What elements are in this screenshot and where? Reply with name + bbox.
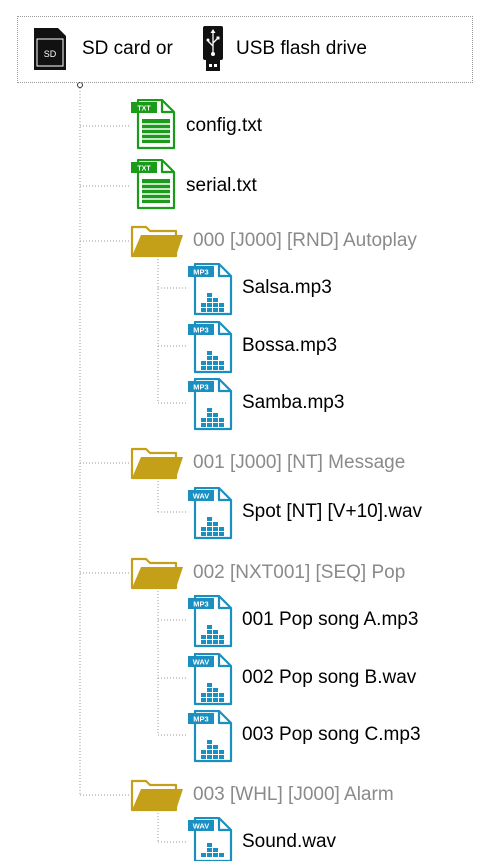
svg-text:SD: SD <box>44 49 57 59</box>
sd-card-label: SD card or <box>82 38 173 59</box>
file-label: Bossa.mp3 <box>242 335 338 356</box>
svg-text:WAV: WAV <box>193 492 210 501</box>
sd-card-icon: SD <box>34 28 66 70</box>
svg-text:MP3: MP3 <box>193 600 208 609</box>
svg-text:MP3: MP3 <box>193 326 208 335</box>
text-file-icon: TXT <box>131 99 176 150</box>
audio-file-icon: MP3 <box>188 321 233 374</box>
usb-drive-label: USB flash drive <box>236 38 367 59</box>
audio-file-icon: MP3 <box>188 710 233 763</box>
folder-label: 002 [NXT001] [SEQ] Pop <box>193 562 406 583</box>
audio-file-icon: WAV <box>188 487 233 540</box>
folder-icon <box>130 779 183 812</box>
folder-label: 000 [J000] [RND] Autoplay <box>193 230 417 251</box>
audio-file-icon: MP3 <box>188 378 233 431</box>
folder-label: 001 [J000] [NT] Message <box>193 452 406 473</box>
file-label: Salsa.mp3 <box>242 277 332 298</box>
file-label: Sound.wav <box>242 831 337 852</box>
file-label: serial.txt <box>186 175 257 196</box>
svg-text:MP3: MP3 <box>193 715 208 724</box>
text-file-icon: TXT <box>131 159 176 210</box>
file-label: 003 Pop song C.mp3 <box>242 724 421 745</box>
audio-file-icon: MP3 <box>188 263 233 316</box>
audio-file-icon: MP3 <box>188 595 233 648</box>
file-label: 002 Pop song B.wav <box>242 667 417 688</box>
svg-text:MP3: MP3 <box>193 268 208 277</box>
audio-file-icon: WAV <box>188 653 233 706</box>
svg-text:TXT: TXT <box>137 106 151 113</box>
svg-text:TXT: TXT <box>137 166 151 173</box>
folder-label: 003 [WHL] [J000] Alarm <box>193 784 394 805</box>
svg-text:MP3: MP3 <box>193 383 208 392</box>
file-label: config.txt <box>186 115 263 136</box>
file-label: Samba.mp3 <box>242 392 345 413</box>
audio-file-icon: WAV <box>188 817 233 861</box>
svg-text:WAV: WAV <box>193 822 210 831</box>
folder-icon <box>130 447 183 480</box>
folder-icon <box>130 225 183 258</box>
folder-icon <box>130 557 183 590</box>
file-label: Spot [NT] [V+10].wav <box>242 501 423 522</box>
file-label: 001 Pop song A.mp3 <box>242 609 419 630</box>
svg-text:WAV: WAV <box>193 658 210 667</box>
usb-drive-icon <box>203 26 223 71</box>
